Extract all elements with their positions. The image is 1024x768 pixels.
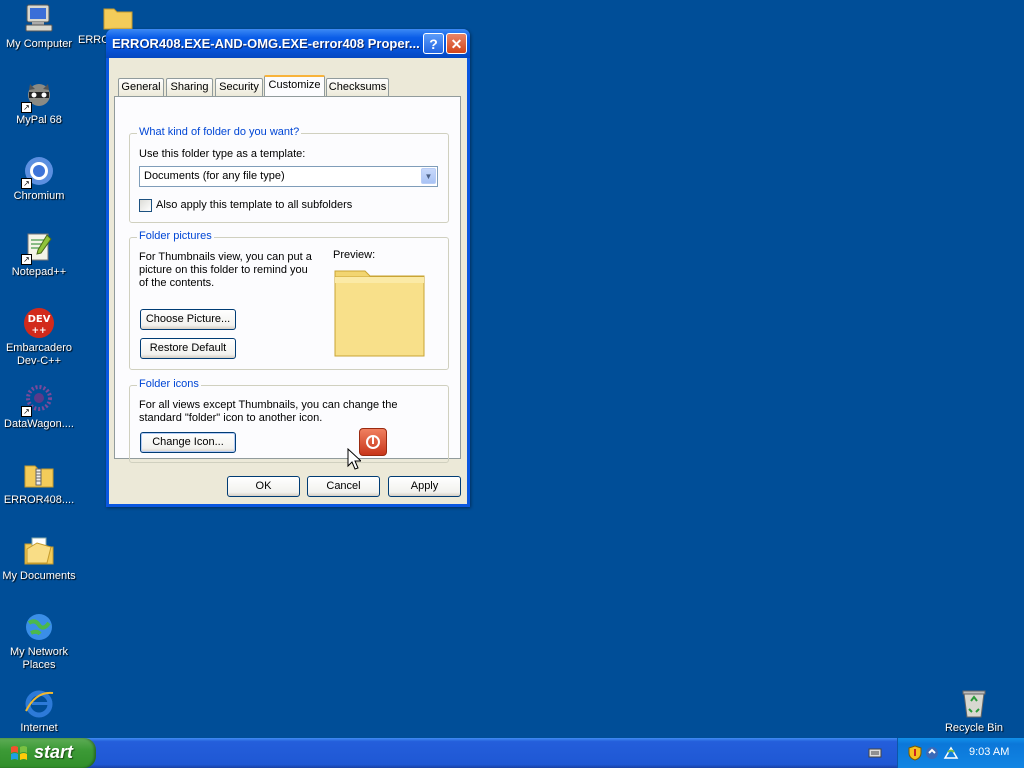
desktop-icon-label: My Documents xyxy=(2,570,76,582)
computer-icon xyxy=(23,3,55,35)
restore-default-button[interactable]: Restore Default xyxy=(140,338,236,359)
tab-general[interactable]: General xyxy=(118,78,164,96)
shortcut-arrow-icon: ↗ xyxy=(21,254,32,265)
desktop-icon-label: MyPal 68 xyxy=(16,114,62,126)
internet-explorer-icon xyxy=(23,687,55,719)
preview-label: Preview: xyxy=(333,249,376,261)
devcpp-icon: DEV ++ xyxy=(23,307,55,339)
desktop-icon-error408[interactable]: ERROR408.... xyxy=(1,459,77,507)
desktop-icon-label: My Computer xyxy=(5,38,73,50)
tab-sharing[interactable]: Sharing xyxy=(166,78,213,96)
desktop-icon-mypal[interactable]: ↗ MyPal 68 xyxy=(1,79,77,127)
start-button[interactable]: start xyxy=(0,738,96,768)
recycle-bin-icon xyxy=(958,687,990,719)
desktop-icon-label: Notepad++ xyxy=(11,266,67,278)
title-bar[interactable]: ERROR408.EXE-AND-OMG.EXE-error408 Proper… xyxy=(106,29,470,58)
folder-pictures-group: Folder pictures For Thumbnails view, you… xyxy=(129,230,449,370)
clock[interactable]: 9:03 AM xyxy=(969,746,1009,758)
desktop-icon-network-places[interactable]: My Network Places xyxy=(1,611,77,672)
keyboard-icon[interactable] xyxy=(868,747,882,759)
shortcut-arrow-icon: ↗ xyxy=(21,102,32,113)
folder-icons-legend: Folder icons xyxy=(137,378,201,390)
apply-button[interactable]: Apply xyxy=(388,476,461,497)
dialog-client: General Sharing Security Customize Check… xyxy=(109,58,467,504)
folder-icons-group: Folder icons For all views except Thumbn… xyxy=(129,378,449,463)
desktop-icon-notepadpp[interactable]: ↗ Notepad++ xyxy=(1,231,77,279)
svg-text:++: ++ xyxy=(31,326,46,336)
chromium-icon: ↗ xyxy=(21,155,55,189)
folder-icons-description: For all views except Thumbnails, you can… xyxy=(139,399,398,424)
windows-logo-icon xyxy=(10,744,28,762)
desktop-icon-recycle-bin[interactable]: Recycle Bin xyxy=(936,687,1012,735)
desktop-icon-devcpp[interactable]: DEV ++ Embarcadero Dev-C++ xyxy=(1,307,77,368)
update-icon[interactable] xyxy=(925,745,939,761)
folder-template-select[interactable]: Documents (for any file type) ▼ xyxy=(139,166,438,187)
tab-security[interactable]: Security xyxy=(215,78,263,96)
shortcut-arrow-icon: ↗ xyxy=(21,178,32,189)
desktop-icon-label: Chromium xyxy=(13,190,65,202)
desktop-icon-label: My Network Places xyxy=(9,646,69,671)
cancel-button[interactable]: Cancel xyxy=(307,476,380,497)
template-label: Use this folder type as a template: xyxy=(139,148,306,160)
tab-customize[interactable]: Customize xyxy=(264,75,325,96)
desktop-icon-label: Internet xyxy=(20,722,58,734)
datawagon-icon: ↗ xyxy=(21,383,55,417)
stop-power-icon xyxy=(359,428,387,456)
folder-type-legend: What kind of folder do you want? xyxy=(137,126,302,138)
desktop-icon-chromium[interactable]: ↗ Chromium xyxy=(1,155,77,203)
notepad-icon: ↗ xyxy=(21,231,55,265)
customize-panel: What kind of folder do you want? Use thi… xyxy=(114,96,461,463)
desktop-icon-label: ERROR408.... xyxy=(3,494,75,506)
mouse-cursor-icon xyxy=(347,447,363,470)
properties-dialog: ERROR408.EXE-AND-OMG.EXE-error408 Proper… xyxy=(106,29,470,507)
network-icon[interactable] xyxy=(943,745,959,761)
start-label: start xyxy=(34,742,74,762)
chevron-down-icon[interactable]: ▼ xyxy=(421,168,436,184)
svg-text:DEV: DEV xyxy=(28,314,51,325)
desktop-icon-label: DataWagon.... xyxy=(4,418,74,430)
folder-preview-icon xyxy=(333,265,425,357)
folder-pictures-description: For Thumbnails view, you can put a pictu… xyxy=(139,251,312,289)
folder-template-value: Documents (for any file type) xyxy=(144,170,285,182)
desktop-icon-datawagon[interactable]: ↗ DataWagon.... xyxy=(1,383,77,431)
choose-picture-button[interactable]: Choose Picture... xyxy=(140,309,236,330)
desktop-icon-my-documents[interactable]: My Documents xyxy=(1,535,77,583)
apply-subfolders-checkbox[interactable] xyxy=(139,199,152,212)
desktop-icon-my-computer[interactable]: My Computer xyxy=(1,3,77,51)
documents-folder-icon xyxy=(23,535,55,567)
desktop-icon-internet[interactable]: Internet xyxy=(1,687,77,735)
system-tray: 9:03 AM xyxy=(897,738,1024,768)
desktop-icon-label: Embarcadero Dev-C++ xyxy=(5,342,73,367)
tab-checksums[interactable]: Checksums xyxy=(326,78,389,96)
dialog-title: ERROR408.EXE-AND-OMG.EXE-error408 Proper… xyxy=(112,36,420,51)
ok-button[interactable]: OK xyxy=(227,476,300,497)
shortcut-arrow-icon: ↗ xyxy=(21,406,32,417)
security-shield-icon[interactable] xyxy=(908,745,922,761)
desktop-icon-label: Recycle Bin xyxy=(944,722,1004,734)
help-button[interactable]: ? xyxy=(423,33,444,54)
apply-subfolders-label[interactable]: Also apply this template to all subfolde… xyxy=(156,199,352,212)
globe-icon xyxy=(23,611,55,643)
raccoon-icon: ↗ xyxy=(21,79,55,113)
taskbar: start 9:03 AM xyxy=(0,738,1024,768)
change-icon-button[interactable]: Change Icon... xyxy=(140,432,236,453)
close-button[interactable]: ✕ xyxy=(446,33,467,54)
folder-pictures-legend: Folder pictures xyxy=(137,230,214,242)
zip-folder-icon xyxy=(23,459,55,491)
folder-type-group: What kind of folder do you want? Use thi… xyxy=(129,126,449,223)
